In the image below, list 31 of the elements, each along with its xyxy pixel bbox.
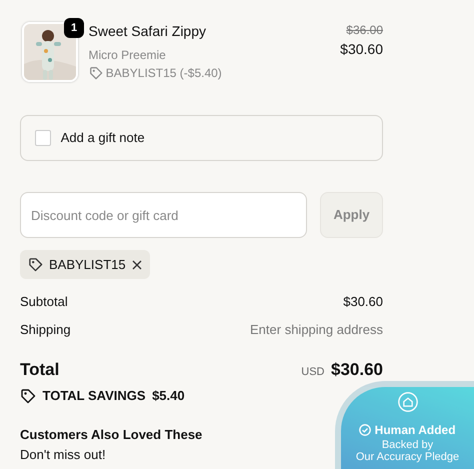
check-icon [359,424,372,436]
summary-value: Enter shipping address [250,320,383,339]
item-title[interactable]: Sweet Safari Zippy [88,21,340,42]
badge-text: Our Accuracy Pledge [354,451,460,464]
gift-note-box[interactable]: Add a gift note [20,115,383,161]
total-label: Total [20,359,60,381]
badge-title: Human Added [374,422,456,439]
summary-label: Shipping [20,320,71,339]
section-subtitle: Don't miss out! [20,446,106,464]
tag-icon [20,388,36,404]
summary-label: Subtotal [20,293,68,311]
quantity-badge: 1 [64,18,84,38]
discount-code: BABYLIST15 [49,256,126,274]
tag-icon [88,66,102,80]
discount-text: BABYLIST15 (-$5.40) [106,64,222,82]
badge-text: Backed by [380,438,434,452]
item-price: $30.60 [340,40,383,60]
home-icon [398,392,418,412]
remove-button[interactable] [132,260,142,270]
gift-note-label: Add a gift note [60,129,145,148]
section-title: Customers Also Loved These [20,426,202,444]
summary-value: $30.60 [343,293,383,311]
checkbox[interactable] [35,130,51,146]
tag-icon [28,257,43,272]
savings-amount: $5.40 [152,386,185,405]
original-price: $36.00 [345,22,383,40]
currency-label: USD [301,366,324,378]
total-amount: $30.60 [331,360,383,379]
savings-label: TOTAL SAVINGS [42,386,146,405]
item-variant: Micro Preemie [88,46,167,64]
discount-field[interactable]: Discount code or gift card [20,192,307,238]
